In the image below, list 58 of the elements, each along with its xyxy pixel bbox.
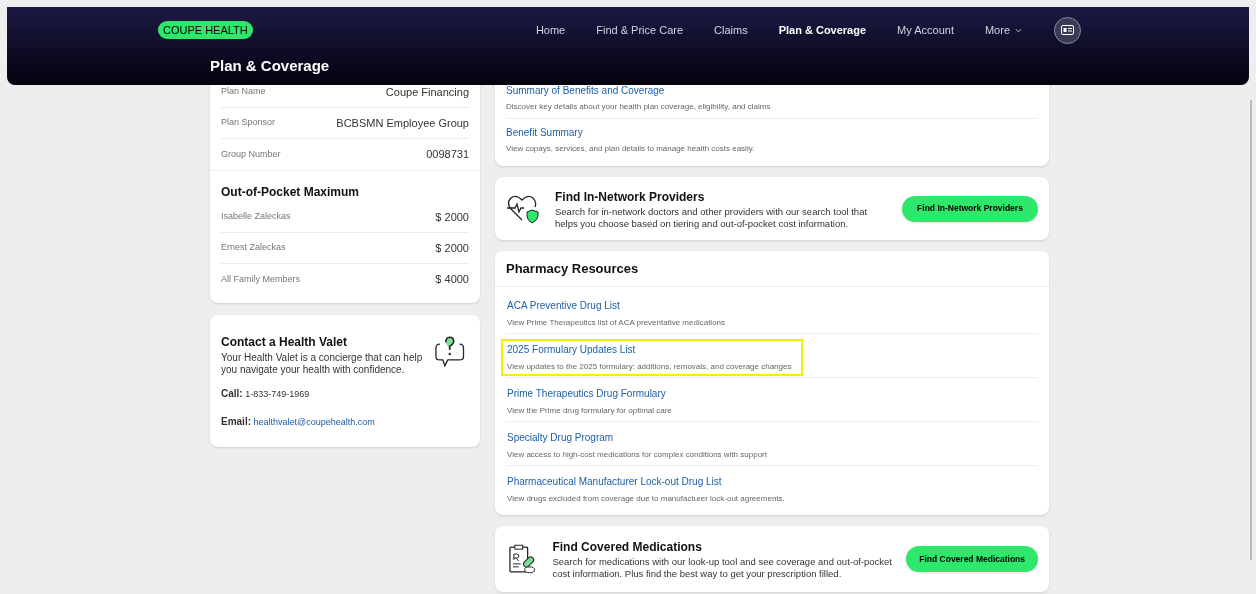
email-link[interactable]: healthvalet@coupehealth.com xyxy=(253,416,375,427)
heart-pulse-shield-icon xyxy=(506,193,540,224)
section-heading: Out-of-Pocket Maximum xyxy=(221,184,360,201)
logo[interactable]: COUPE HEALTH xyxy=(158,20,253,40)
row-value: Coupe Financing xyxy=(385,84,469,100)
nav-dropdown[interactable]: More xyxy=(984,21,1023,39)
nav-link[interactable]: Plan & Coverage xyxy=(778,21,867,39)
nav-link[interactable]: Find & Price Care xyxy=(596,21,684,39)
find-medications-button[interactable]: Find Covered Medications xyxy=(906,546,1038,572)
page-title: Plan & Coverage xyxy=(210,58,331,73)
email-label: Email: xyxy=(221,415,251,427)
document-description: View copays, services, and plan details to manage health costs easily. xyxy=(506,143,755,155)
document-link[interactable]: Summary of Benefits and Coverage xyxy=(506,83,665,98)
card-heading: Find In-Network Providers xyxy=(555,188,706,206)
id-card-button[interactable] xyxy=(1054,16,1081,44)
resource-item[interactable]: ACA Preventive Drug List View Prime Therapeutics list of ACA preventative medications xyxy=(501,295,738,332)
row-label: Ernest Zaleckas xyxy=(221,241,286,255)
row-label: Group Number xyxy=(221,147,281,161)
nav-link[interactable]: Home xyxy=(535,21,566,39)
card-text: Search for in-network doctors and other providers with our search tool that helps you choose based on tiering and out-of-pocket cost information. xyxy=(555,205,869,230)
find-providers-button[interactable]: Find In-Network Providers xyxy=(902,195,1038,222)
resource-item[interactable]: 2025 Formulary Updates List View updates to the 2025 formulary: additions, removals, and coverage changes xyxy=(501,339,804,376)
row-value: $ 2000 xyxy=(435,240,469,256)
row-value: $ 2000 xyxy=(435,209,469,225)
resource-description: View the Prime drug formulary for optimal care xyxy=(507,405,672,417)
resource-link[interactable]: Prime Therapeutics Drug Formulary xyxy=(507,386,666,401)
resource-description: View updates to the 2025 formulary: additions, removals, and coverage changes xyxy=(507,361,792,373)
row-label: Plan Sponsor xyxy=(221,116,276,130)
resource-link[interactable]: Specialty Drug Program xyxy=(507,430,614,445)
card-text: Search for medications with our look-up tool and see coverage and out-of-pocket cost information. Plus find the best way to get your prescription filled. xyxy=(552,556,893,580)
nav-link[interactable]: My Account xyxy=(897,21,954,39)
question-chat-icon xyxy=(432,335,466,369)
card-heading: Pharmacy Resources xyxy=(495,251,1049,287)
resource-item[interactable]: Pharmaceutical Manufacturer Lock-out Drug List View drugs excluded from coverage due to manufacturer lock-out agreements. xyxy=(501,471,797,508)
row-label: Plan Name xyxy=(221,85,266,99)
resource-description: View drugs excluded from coverage due to manufacturer lock-out agreements. xyxy=(507,493,785,505)
resource-description: View Prime Therapeutics list of ACA preventative medications xyxy=(507,317,726,329)
row-label: All Family Members xyxy=(221,272,300,286)
card-heading: Contact a Health Valet xyxy=(221,334,349,351)
contact-text: Your Health Valet is a concierge that can help you navigate your health with confidence. xyxy=(221,352,424,376)
resource-link[interactable]: Pharmaceutical Manufacturer Lock-out Drug List xyxy=(507,474,722,489)
resource-description: View access to high-cost medications for complex conditions with support xyxy=(507,449,767,461)
call-label: Call: xyxy=(221,388,243,399)
resource-item[interactable]: Specialty Drug Program View access to high-cost medications for complex conditions with support xyxy=(501,427,779,464)
card-heading: Find Covered Medications xyxy=(552,539,703,556)
resource-link[interactable]: ACA Preventive Drug List xyxy=(507,298,620,313)
nav-link[interactable]: Claims xyxy=(714,21,748,39)
prescription-pills-icon xyxy=(506,544,538,574)
id-card-icon xyxy=(1061,25,1074,35)
resource-item[interactable]: Prime Therapeutics Drug Formulary View the Prime drug formulary for optimal care xyxy=(501,383,684,420)
document-link[interactable]: Benefit Summary xyxy=(506,125,583,140)
row-value: $ 4000 xyxy=(435,272,469,288)
row-value: 0098731 xyxy=(426,147,469,163)
row-value: BCBSMN Employee Group xyxy=(336,115,469,131)
document-description: Discover key details about your health plan coverage, eligibility, and claims xyxy=(506,101,771,113)
resource-link[interactable]: 2025 Formulary Updates List xyxy=(507,342,636,357)
phone-number: 1-833-749-1969 xyxy=(245,389,310,399)
row-label: Isabelle Zaleckas xyxy=(221,210,291,224)
